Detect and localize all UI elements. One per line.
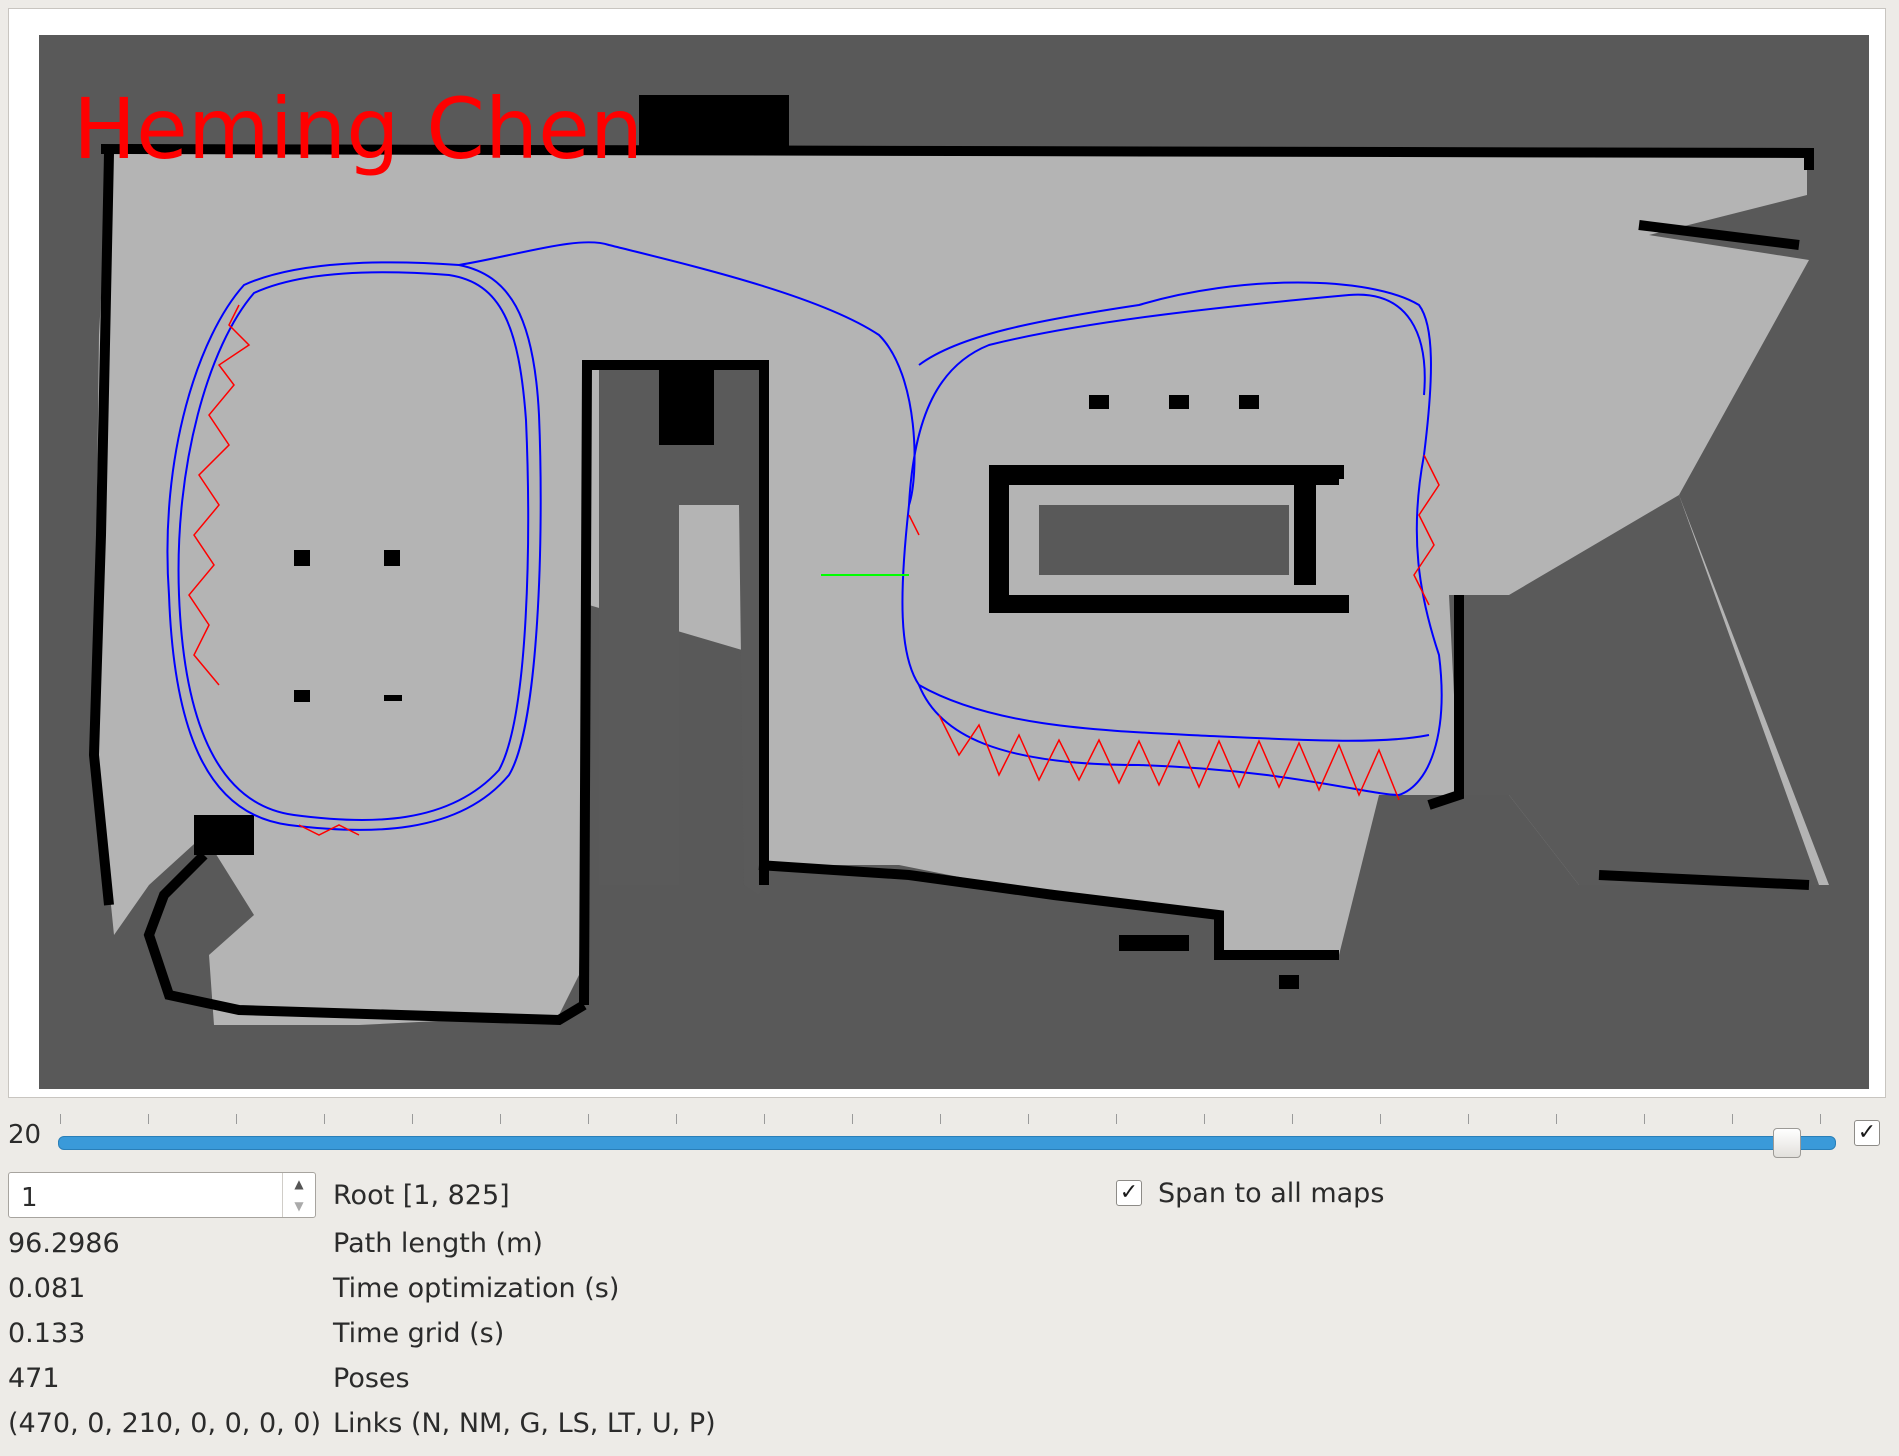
spin-up-icon[interactable]: ▲ [283, 1173, 315, 1195]
slider-tick [1028, 1114, 1029, 1124]
slider-value: 20 [8, 1120, 42, 1150]
map-panel: Heming Chen [8, 8, 1886, 1098]
slider-tick [764, 1114, 765, 1124]
slider-ticks [60, 1114, 1821, 1130]
stat-value: 0.081 [8, 1273, 86, 1304]
slider-tick [236, 1114, 237, 1124]
slider-tick [676, 1114, 677, 1124]
stat-value: 0.133 [8, 1318, 86, 1349]
slider-tick [852, 1114, 853, 1124]
slider-tick [940, 1114, 941, 1124]
stat-label: Time grid (s) [333, 1318, 505, 1349]
slider-track[interactable] [58, 1136, 1836, 1150]
slider-tick [1380, 1114, 1381, 1124]
slider-tick [1468, 1114, 1469, 1124]
stat-value: 471 [8, 1363, 60, 1394]
stat-label: Path length (m) [333, 1228, 543, 1259]
slider-tick [412, 1114, 413, 1124]
slider-handle[interactable] [1773, 1128, 1801, 1158]
slider-tick [1644, 1114, 1645, 1124]
slider-tick [588, 1114, 589, 1124]
slider-tick [60, 1114, 61, 1124]
stat-value: 96.2986 [8, 1228, 120, 1259]
slider-tick [148, 1114, 149, 1124]
slider-tick [1292, 1114, 1293, 1124]
watermark-text: Heming Chen [73, 80, 644, 178]
slider-tick [1556, 1114, 1557, 1124]
slider-tick [1820, 1114, 1821, 1124]
span-all-maps-label[interactable]: Span to all maps [1158, 1178, 1384, 1209]
spin-down-icon[interactable]: ▼ [283, 1195, 315, 1217]
root-label: Root [1, 825] [333, 1180, 510, 1211]
stat-label: Links (N, NM, G, LS, LT, U, P) [333, 1408, 716, 1439]
stat-label: Poses [333, 1363, 410, 1394]
root-spinbox[interactable]: 1 ▲ ▼ [8, 1172, 316, 1218]
iteration-slider-row: 20 ✓ [0, 1108, 1899, 1168]
stat-label: Time optimization (s) [333, 1273, 620, 1304]
slider-tick [500, 1114, 501, 1124]
occupancy-grid-map[interactable]: Heming Chen [39, 35, 1869, 1089]
span-all-maps-checkbox[interactable]: ✓ [1116, 1180, 1142, 1206]
slider-checkbox[interactable]: ✓ [1854, 1120, 1880, 1146]
spin-buttons: ▲ ▼ [282, 1173, 315, 1217]
root-spinbox-value: 1 [21, 1183, 38, 1213]
slider-tick [1204, 1114, 1205, 1124]
slider-tick [1732, 1114, 1733, 1124]
slider-tick [1116, 1114, 1117, 1124]
map-canvas [88, 95, 1829, 1026]
slider-tick [324, 1114, 325, 1124]
stat-value: (470, 0, 210, 0, 0, 0, 0) [8, 1408, 322, 1439]
